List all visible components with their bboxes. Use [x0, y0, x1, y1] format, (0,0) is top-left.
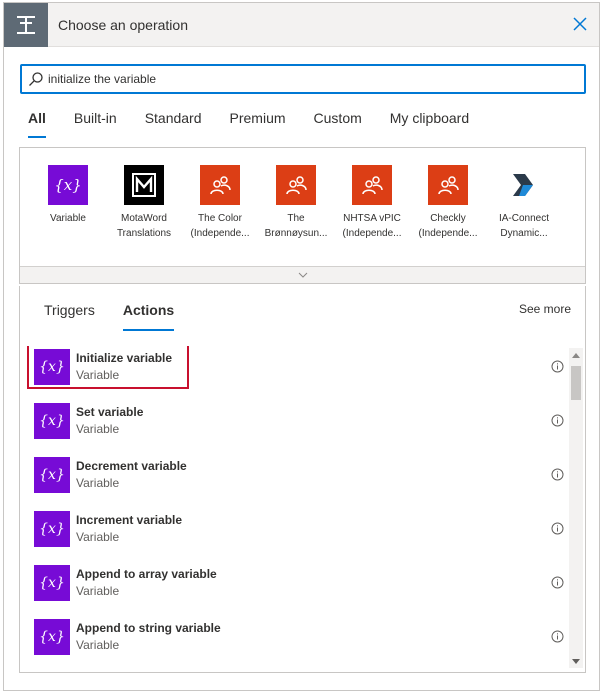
filter-tabs: All Built-in Standard Premium Custom My …: [28, 110, 497, 138]
trigger-step-icon: [4, 3, 48, 47]
connector-nhtsa-vpic[interactable]: NHTSA vPIC (Independe...: [332, 165, 412, 241]
people-icon: [352, 165, 392, 205]
info-icon[interactable]: [551, 630, 564, 643]
chevron-down-icon: [298, 272, 307, 278]
results-panel: Triggers Actions See more {x} Initialize…: [19, 286, 586, 673]
ia-connect-icon: [504, 165, 544, 205]
info-icon[interactable]: [551, 522, 564, 535]
people-icon: [200, 165, 240, 205]
motaword-icon: [124, 165, 164, 205]
search-icon: [29, 72, 43, 86]
connector-checkly[interactable]: Checkly (Independe...: [408, 165, 488, 241]
search-box[interactable]: [20, 64, 586, 94]
info-icon[interactable]: [551, 468, 564, 481]
variable-icon: {x}: [34, 349, 70, 385]
variable-icon: {x}: [34, 619, 70, 655]
action-initialize-variable[interactable]: {x} Initialize variable Variable: [27, 346, 564, 389]
result-tabs: Triggers Actions: [44, 302, 202, 331]
info-icon[interactable]: [551, 576, 564, 589]
info-icon[interactable]: [551, 414, 564, 427]
scroll-down-button[interactable]: [569, 654, 583, 668]
scroll-up-button[interactable]: [569, 348, 583, 362]
connector-ia-connect[interactable]: IA-Connect Dynamic...: [484, 165, 564, 241]
connector-bronnoysund[interactable]: The Brønnøysun...: [256, 165, 336, 241]
connector-variable[interactable]: {x} Variable: [28, 165, 108, 226]
tab-actions[interactable]: Actions: [122, 302, 175, 331]
action-append-to-string-variable[interactable]: {x} Append to string variable Variable: [34, 616, 564, 656]
close-button[interactable]: [569, 13, 591, 35]
connector-motaword[interactable]: MotaWord Translations: [104, 165, 184, 241]
connector-gallery: {x} Variable MotaWord Translations The C…: [19, 147, 586, 284]
action-list-scrollbar[interactable]: [569, 348, 583, 668]
people-icon: [428, 165, 468, 205]
variable-icon: {x}: [34, 511, 70, 547]
tab-built-in[interactable]: Built-in: [74, 110, 117, 138]
action-append-to-array-variable[interactable]: {x} Append to array variable Variable: [34, 562, 564, 602]
caret-up-icon: [572, 352, 580, 358]
variable-icon: {x}: [48, 165, 88, 205]
tab-all[interactable]: All: [28, 110, 46, 138]
tab-custom[interactable]: Custom: [314, 110, 362, 138]
variable-icon: {x}: [34, 457, 70, 493]
action-list: {x} Initialize variable Variable {x} Set…: [20, 346, 570, 668]
search-input[interactable]: [48, 69, 578, 89]
action-set-variable[interactable]: {x} Set variable Variable: [34, 400, 564, 440]
scrollbar-thumb[interactable]: [571, 366, 581, 400]
tab-triggers[interactable]: Triggers: [44, 302, 95, 331]
connector-the-color[interactable]: The Color (Independe...: [180, 165, 260, 241]
expand-connectors-button[interactable]: [20, 266, 585, 283]
tab-my-clipboard[interactable]: My clipboard: [390, 110, 469, 138]
see-more-link[interactable]: See more: [519, 302, 571, 316]
dialog-title: Choose an operation: [58, 17, 188, 33]
caret-down-icon: [572, 658, 580, 664]
variable-icon: {x}: [34, 565, 70, 601]
tab-standard[interactable]: Standard: [145, 110, 202, 138]
info-icon[interactable]: [551, 360, 564, 373]
tab-premium[interactable]: Premium: [230, 110, 286, 138]
close-icon: [573, 17, 587, 31]
operation-picker: Choose an operation All Built-in Standar…: [3, 2, 600, 691]
variable-icon: {x}: [34, 403, 70, 439]
header: Choose an operation: [4, 3, 599, 47]
people-icon: [276, 165, 316, 205]
action-decrement-variable[interactable]: {x} Decrement variable Variable: [34, 454, 564, 494]
action-increment-variable[interactable]: {x} Increment variable Variable: [34, 508, 564, 548]
